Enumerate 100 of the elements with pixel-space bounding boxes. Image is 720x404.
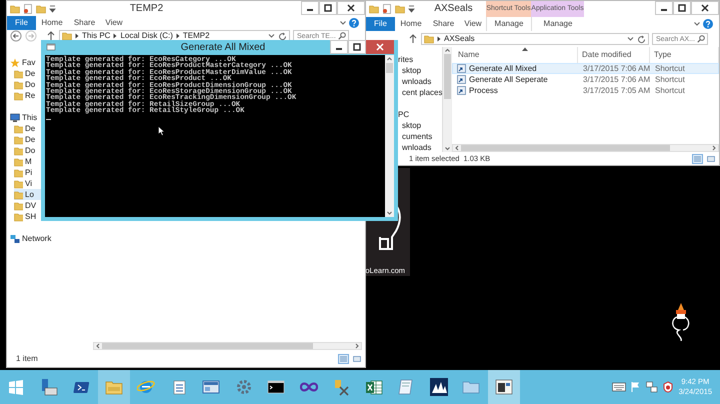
- nav-item[interactable]: sktop: [402, 66, 422, 74]
- scroll-down-icon[interactable]: [386, 209, 393, 217]
- document-icon[interactable]: [23, 4, 33, 14]
- nav-item[interactable]: wnloads: [402, 78, 432, 86]
- scroll-up-icon[interactable]: [444, 47, 450, 54]
- notepad-icon[interactable]: [397, 378, 416, 396]
- back-icon[interactable]: [10, 30, 22, 42]
- chart-icon[interactable]: [430, 378, 448, 396]
- scroll-right-icon[interactable]: [353, 343, 361, 349]
- nav-item[interactable]: sktop: [402, 122, 422, 130]
- file-tab[interactable]: File: [7, 16, 36, 30]
- up-arrow-icon[interactable]: [408, 33, 418, 45]
- nav-item[interactable]: Do: [25, 80, 36, 88]
- file-row[interactable]: Generate All Seperate 3/17/2015 7:06 AM Shortcut: [452, 74, 719, 85]
- file-date: 3/17/2015 7:05 AM: [583, 86, 650, 94]
- nav-item[interactable]: cent places: [402, 88, 442, 96]
- horizontal-scrollbar[interactable]: [452, 144, 719, 152]
- globe-icon[interactable]: [137, 378, 156, 396]
- help-icon[interactable]: [701, 17, 715, 31]
- ribbon-tab[interactable]: Share: [68, 16, 101, 30]
- nav-item[interactable]: PC: [398, 110, 410, 118]
- ribbon-tab[interactable]: View: [460, 17, 486, 31]
- refresh-icon[interactable]: [278, 32, 287, 40]
- scrollbar-thumb[interactable]: [102, 343, 313, 349]
- nav-item[interactable]: M: [25, 158, 32, 166]
- shield-icon[interactable]: [662, 381, 673, 393]
- nav-item[interactable]: cuments: [402, 132, 432, 140]
- file-name: Process: [469, 84, 498, 96]
- network-icon[interactable]: [646, 381, 658, 393]
- nav-item[interactable]: Re: [25, 92, 36, 100]
- ribbon-tab[interactable]: View: [101, 16, 127, 30]
- nav-item[interactable]: Fav: [22, 58, 36, 66]
- scroll-right-icon[interactable]: [710, 145, 718, 151]
- file-row[interactable]: Process 3/17/2015 7:05 AM Shortcut: [452, 85, 719, 96]
- ribbon-tab[interactable]: Home: [36, 16, 68, 30]
- up-arrow-icon[interactable]: [46, 30, 56, 42]
- ribbon-tab[interactable]: Manage: [531, 17, 584, 31]
- scroll-down-icon[interactable]: [444, 145, 450, 152]
- nav-item[interactable]: Vi: [25, 180, 32, 188]
- maximize-button[interactable]: [319, 1, 337, 15]
- close-button[interactable]: [691, 1, 719, 15]
- nav-item[interactable]: DV: [25, 202, 36, 210]
- vertical-scrollbar[interactable]: [442, 47, 451, 152]
- keyboard-icon[interactable]: [612, 382, 626, 392]
- ribbon-tab[interactable]: Share: [427, 17, 460, 31]
- scroll-up-icon[interactable]: [386, 55, 393, 63]
- minimize-button[interactable]: [655, 1, 673, 15]
- scrollbar-thumb[interactable]: [386, 63, 393, 73]
- nav-item[interactable]: Lo: [25, 190, 34, 198]
- document-icon[interactable]: [382, 4, 392, 14]
- maximize-button[interactable]: [673, 1, 691, 15]
- details-view-button[interactable]: [692, 154, 703, 164]
- vertical-scrollbar[interactable]: [385, 55, 394, 217]
- refresh-icon[interactable]: [637, 34, 646, 44]
- breadcrumb-item[interactable]: This PC: [82, 32, 110, 40]
- horizontal-scrollbar[interactable]: [93, 342, 362, 350]
- caret-icon[interactable]: [408, 4, 415, 14]
- scroll-left-icon[interactable]: [453, 145, 461, 151]
- close-icon[interactable]: [701, 4, 709, 12]
- ribbon-tab[interactable]: Manage: [486, 17, 531, 31]
- maximize-button[interactable]: [348, 40, 366, 54]
- nav-item[interactable]: SH: [25, 212, 36, 220]
- terminal-icon[interactable]: [267, 378, 286, 396]
- server-icon[interactable]: [40, 378, 58, 396]
- tools-icon[interactable]: [332, 378, 350, 396]
- help-icon[interactable]: [347, 16, 361, 30]
- close-icon[interactable]: [347, 4, 355, 12]
- scrollbar-thumb[interactable]: [461, 145, 670, 151]
- nav-item[interactable]: wnloads: [402, 144, 432, 152]
- minimize-button[interactable]: [301, 1, 319, 15]
- scrollbar-thumb[interactable]: [444, 54, 450, 99]
- details-view-button[interactable]: [338, 354, 349, 364]
- maximize-icon[interactable]: [678, 4, 686, 12]
- nav-item[interactable]: Pi: [25, 168, 32, 176]
- file-row[interactable]: Generate All Mixed 3/17/2015 7:06 AM Shortcut: [452, 63, 719, 74]
- close-button[interactable]: [337, 1, 365, 15]
- scroll-left-icon[interactable]: [94, 343, 102, 349]
- maximize-icon[interactable]: [324, 4, 332, 12]
- caret-icon[interactable]: [49, 4, 56, 14]
- nav-item[interactable]: De: [25, 136, 36, 144]
- nav-item[interactable]: De: [25, 124, 36, 132]
- minimize-button[interactable]: [330, 40, 348, 54]
- taskbar-button[interactable]: [488, 370, 520, 404]
- ribbon-tab[interactable]: Home: [395, 17, 427, 31]
- maximize-icon[interactable]: [353, 43, 361, 51]
- address-bar[interactable]: AXSeals: [421, 33, 649, 45]
- file-tab[interactable]: File: [366, 17, 395, 31]
- breadcrumb-item[interactable]: TEMP2: [182, 32, 210, 40]
- chevron-down-icon[interactable]: [627, 35, 634, 43]
- spreadsheet-icon[interactable]: [364, 378, 383, 396]
- nav-item[interactable]: rites: [398, 56, 414, 64]
- window-icon[interactable]: [494, 378, 513, 396]
- nav-item[interactable]: Network: [22, 234, 52, 242]
- nav-item[interactable]: Do: [25, 146, 36, 154]
- nav-item[interactable]: De: [25, 70, 36, 78]
- breadcrumb-item[interactable]: AXSeals: [444, 35, 475, 43]
- search-icon: [338, 32, 346, 40]
- nav-item[interactable]: This: [22, 114, 38, 122]
- chevron-down-icon[interactable]: [268, 32, 275, 40]
- breadcrumb-item[interactable]: Local Disk (C:): [120, 32, 173, 40]
